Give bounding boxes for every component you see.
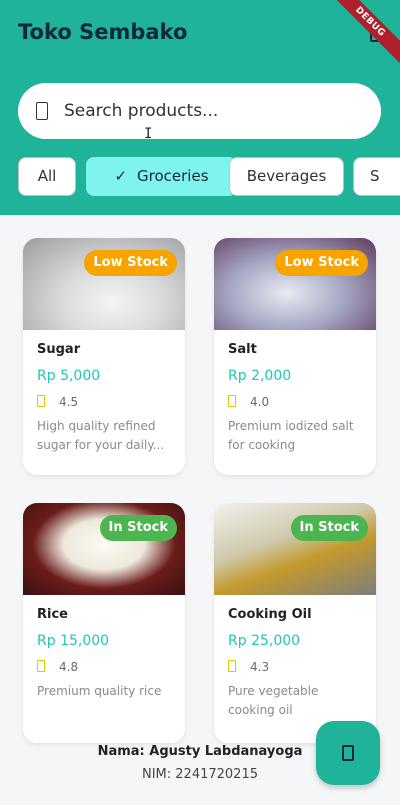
product-description: High quality refined sugar for your dail… — [37, 419, 165, 452]
product-rating: 4.5 — [37, 395, 171, 411]
category-filter: All ✓ Groceries Beverages S — [18, 157, 400, 197]
product-description: Premium iodized salt for cooking — [228, 419, 354, 452]
stock-badge: Low Stock — [275, 250, 368, 276]
rating-value: 4.3 — [250, 660, 270, 674]
star-icon — [37, 395, 45, 407]
stock-badge: In Stock — [99, 515, 177, 541]
cart-icon — [342, 745, 354, 761]
stock-badge: Low Stock — [84, 250, 177, 276]
chip-label: Groceries — [137, 167, 209, 185]
star-icon — [228, 395, 236, 407]
product-rating: 4.8 — [37, 660, 171, 676]
rating-value: 4.5 — [59, 395, 79, 409]
app-bar: Toko Sembako DEBUG I All ✓ Groceries Beve… — [0, 0, 400, 215]
product-card[interactable]: Low Stock Salt Rp 2,000 4.0 Premium iodi… — [214, 238, 376, 475]
product-name: Cooking Oil — [228, 607, 312, 622]
star-icon — [37, 660, 45, 672]
chip-label: All — [37, 167, 57, 185]
product-image: Low Stock — [214, 238, 376, 330]
product-description: Premium quality rice — [37, 684, 162, 698]
product-name: Sugar — [37, 342, 81, 357]
product-price: Rp 2,000 — [228, 368, 292, 384]
chip-beverages[interactable]: Beverages — [229, 157, 344, 196]
text-cursor-icon: I — [144, 126, 153, 142]
product-card[interactable]: Low Stock Sugar Rp 5,000 4.5 High qualit… — [23, 238, 185, 475]
stock-badge: In Stock — [290, 515, 368, 541]
chip-all[interactable]: All — [18, 157, 76, 196]
check-icon: ✓ — [114, 167, 128, 185]
cart-fab-button[interactable] — [316, 721, 380, 785]
chip-label: Beverages — [246, 167, 327, 185]
product-description: Pure vegetable cooking oil — [228, 684, 319, 717]
chip-label: S — [370, 167, 380, 185]
chip-more[interactable]: S — [353, 157, 400, 196]
product-grid: Low Stock Sugar Rp 5,000 4.5 High qualit… — [0, 215, 400, 805]
product-image: In Stock — [214, 503, 376, 595]
product-name: Salt — [228, 342, 257, 357]
product-card[interactable]: In Stock Cooking Oil Rp 25,000 4.3 Pure … — [214, 503, 376, 743]
app-title: Toko Sembako — [18, 20, 188, 44]
product-price: Rp 5,000 — [37, 368, 101, 384]
star-icon — [228, 660, 236, 672]
product-name: Rice — [37, 607, 68, 622]
search-bar[interactable] — [18, 83, 381, 139]
rating-value: 4.0 — [250, 395, 270, 409]
product-price: Rp 15,000 — [37, 633, 110, 649]
search-icon — [36, 102, 48, 120]
search-input[interactable] — [64, 93, 364, 129]
product-rating: 4.0 — [228, 395, 362, 411]
product-image: In Stock — [23, 503, 185, 595]
rating-value: 4.8 — [59, 660, 79, 674]
product-rating: 4.3 — [228, 660, 362, 676]
product-card[interactable]: In Stock Rice Rp 15,000 4.8 Premium qual… — [23, 503, 185, 743]
chip-groceries[interactable]: ✓ Groceries — [86, 157, 237, 196]
product-price: Rp 25,000 — [228, 633, 301, 649]
debug-banner: DEBUG — [321, 0, 400, 71]
product-image: Low Stock — [23, 238, 185, 330]
